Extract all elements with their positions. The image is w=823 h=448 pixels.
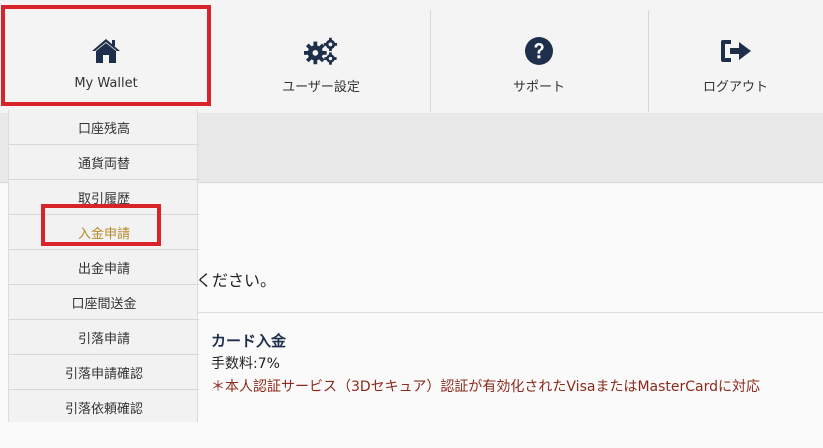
menu-item-deposit[interactable]: 入金申請 — [9, 215, 199, 250]
nav-user-settings[interactable]: ユーザー設定 — [212, 0, 430, 110]
menu-item-balance[interactable]: 口座残高 — [9, 110, 199, 145]
nav-logout[interactable]: ログアウト — [648, 0, 823, 110]
menu-item-transfer[interactable]: 口座間送金 — [9, 285, 199, 320]
nav-label: サポート — [512, 80, 565, 95]
top-navigation: My Wallet ユーザー設定 サポート ログアウト — [0, 0, 823, 112]
nav-label: ログアウト — [702, 80, 768, 95]
logout-icon — [719, 34, 753, 68]
home-icon — [89, 34, 123, 68]
menu-item-debit-request[interactable]: 引落申請 — [9, 320, 199, 355]
fee-text: 手数料:7% — [211, 356, 280, 372]
menu-item-exchange[interactable]: 通貨両替 — [9, 145, 199, 180]
gears-icon — [304, 34, 338, 68]
menu-item-withdraw[interactable]: 出金申請 — [9, 250, 199, 285]
note-text: ＊本人認証サービス（3Dセキュア）認証が有効化されたVisaまたはMasterC… — [211, 379, 760, 395]
wallet-dropdown-menu: 口座残高 通貨両替 取引履歴 入金申請 出金申請 口座間送金 引落申請 引落申請… — [8, 110, 199, 425]
nav-support[interactable]: サポート — [430, 0, 648, 110]
card-deposit-title[interactable]: カード入金 — [211, 330, 286, 351]
instruction-text: ください。 — [196, 271, 277, 290]
menu-item-debit-confirm[interactable]: 引落申請確認 — [9, 355, 199, 390]
menu-item-history[interactable]: 取引履歴 — [9, 180, 199, 215]
question-icon — [522, 34, 556, 68]
note-container: ＊本人認証サービス（3Dセキュア）認証が有効化されたVisaまたはMasterC… — [211, 376, 823, 422]
nav-label: ユーザー設定 — [282, 80, 360, 95]
divider — [196, 312, 823, 313]
menu-item-debit-order-confirm[interactable]: 引落依頼確認 — [9, 390, 199, 425]
nav-my-wallet[interactable]: My Wallet — [0, 0, 212, 110]
nav-label: My Wallet — [74, 76, 138, 91]
